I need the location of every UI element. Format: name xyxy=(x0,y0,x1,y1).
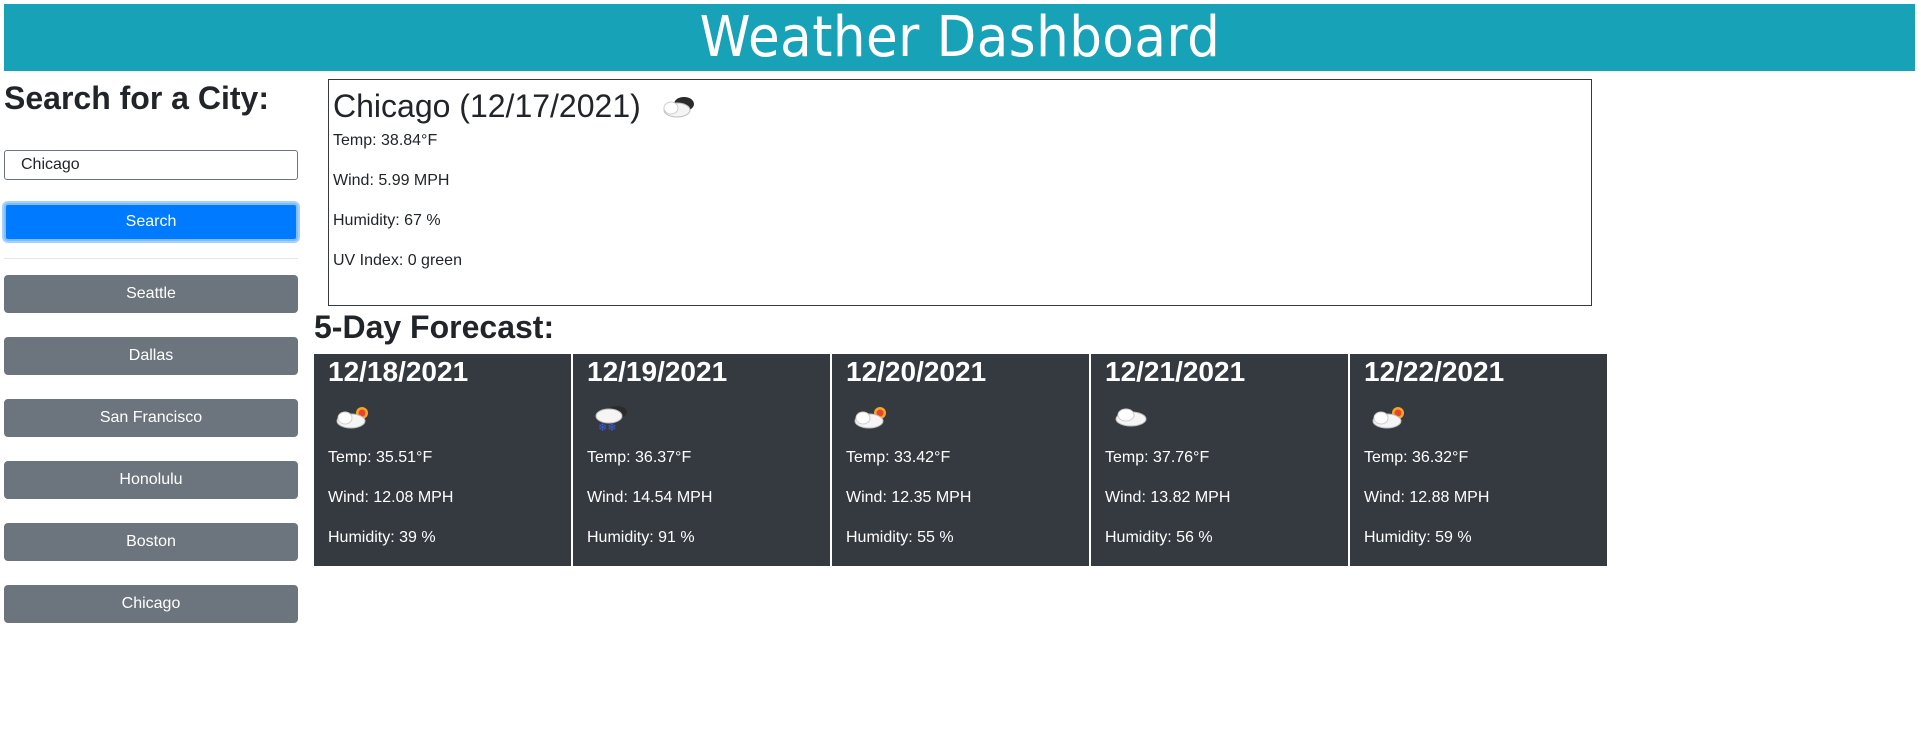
partly-cloudy-icon xyxy=(663,96,694,117)
forecast-card: 12/18/2021 Temp: 35.51°F Wind: 12.08 MPH… xyxy=(314,354,571,566)
history-button-honolulu[interactable]: Honolulu xyxy=(4,461,298,499)
forecast-humidity: Humidity: 39 % xyxy=(328,529,436,546)
snow-cloud-icon: ❄❄ xyxy=(595,406,627,433)
search-title: Search for a City: xyxy=(4,80,269,116)
forecast-humidity: Humidity: 59 % xyxy=(1364,529,1472,546)
forecast-card: 12/21/2021 Temp: 37.76°F Wind: 13.82 MPH… xyxy=(1091,354,1348,566)
sun-behind-cloud-icon xyxy=(336,407,368,429)
forecast-date: 12/20/2021 xyxy=(846,356,987,387)
forecast-wind: Wind: 13.82 MPH xyxy=(1105,489,1231,506)
current-temp: Temp: 38.84°F xyxy=(333,132,438,149)
forecast-temp: Temp: 36.32°F xyxy=(1364,449,1469,466)
history-button-chicago[interactable]: Chicago xyxy=(4,585,298,623)
forecast-card: 12/20/2021 Temp: 33.42°F Wind: 12.35 MPH… xyxy=(832,354,1089,566)
forecast-date: 12/21/2021 xyxy=(1105,356,1246,387)
divider xyxy=(4,258,298,259)
forecast-temp: Temp: 35.51°F xyxy=(328,449,433,466)
forecast-humidity: Humidity: 56 % xyxy=(1105,529,1213,546)
cloud-icon xyxy=(1115,408,1147,427)
forecast-wind: Wind: 12.35 MPH xyxy=(846,489,972,506)
page-header: Weather Dashboard xyxy=(4,4,1915,71)
forecast-humidity: Humidity: 55 % xyxy=(846,529,954,546)
forecast-wind: Wind: 12.88 MPH xyxy=(1364,489,1490,506)
forecast-card: 12/22/2021 Temp: 36.32°F Wind: 12.88 MPH… xyxy=(1350,354,1607,566)
history-button-boston[interactable]: Boston xyxy=(4,523,298,561)
forecast-title: 5-Day Forecast: xyxy=(314,309,555,345)
history-button-seattle[interactable]: Seattle xyxy=(4,275,298,313)
city-search-input[interactable] xyxy=(4,150,298,180)
forecast-card: 12/19/2021 ❄❄ Temp: 36.37°F Wind: 14.54 … xyxy=(573,354,830,566)
current-humidity: Humidity: 67 % xyxy=(333,212,441,229)
forecast-temp: Temp: 36.37°F xyxy=(587,449,692,466)
current-city-title: Chicago (12/17/2021) xyxy=(333,88,641,124)
forecast-wind: Wind: 14.54 MPH xyxy=(587,489,713,506)
sun-behind-cloud-icon xyxy=(1372,407,1404,429)
history-button-dallas[interactable]: Dallas xyxy=(4,337,298,375)
sun-behind-cloud-icon xyxy=(854,407,886,429)
forecast-row: 12/18/2021 Temp: 35.51°F Wind: 12.08 MPH… xyxy=(314,354,1607,566)
svg-text:❄❄: ❄❄ xyxy=(598,421,616,433)
history-button-san-francisco[interactable]: San Francisco xyxy=(4,399,298,437)
page-title: Weather Dashboard xyxy=(699,5,1220,70)
current-city-heading: Chicago (12/17/2021) xyxy=(333,88,701,125)
current-wind: Wind: 5.99 MPH xyxy=(333,172,450,189)
forecast-date: 12/19/2021 xyxy=(587,356,728,387)
forecast-temp: Temp: 37.76°F xyxy=(1105,449,1210,466)
current-uv-index: UV Index: 0 green xyxy=(333,252,462,269)
forecast-humidity: Humidity: 91 % xyxy=(587,529,695,546)
forecast-wind: Wind: 12.08 MPH xyxy=(328,489,454,506)
current-weather-panel: Chicago (12/17/2021) Temp: 38.84°F Wind:… xyxy=(328,79,1592,306)
forecast-date: 12/18/2021 xyxy=(328,356,469,387)
forecast-date: 12/22/2021 xyxy=(1364,356,1505,387)
search-button[interactable]: Search xyxy=(4,203,298,241)
forecast-temp: Temp: 33.42°F xyxy=(846,449,951,466)
